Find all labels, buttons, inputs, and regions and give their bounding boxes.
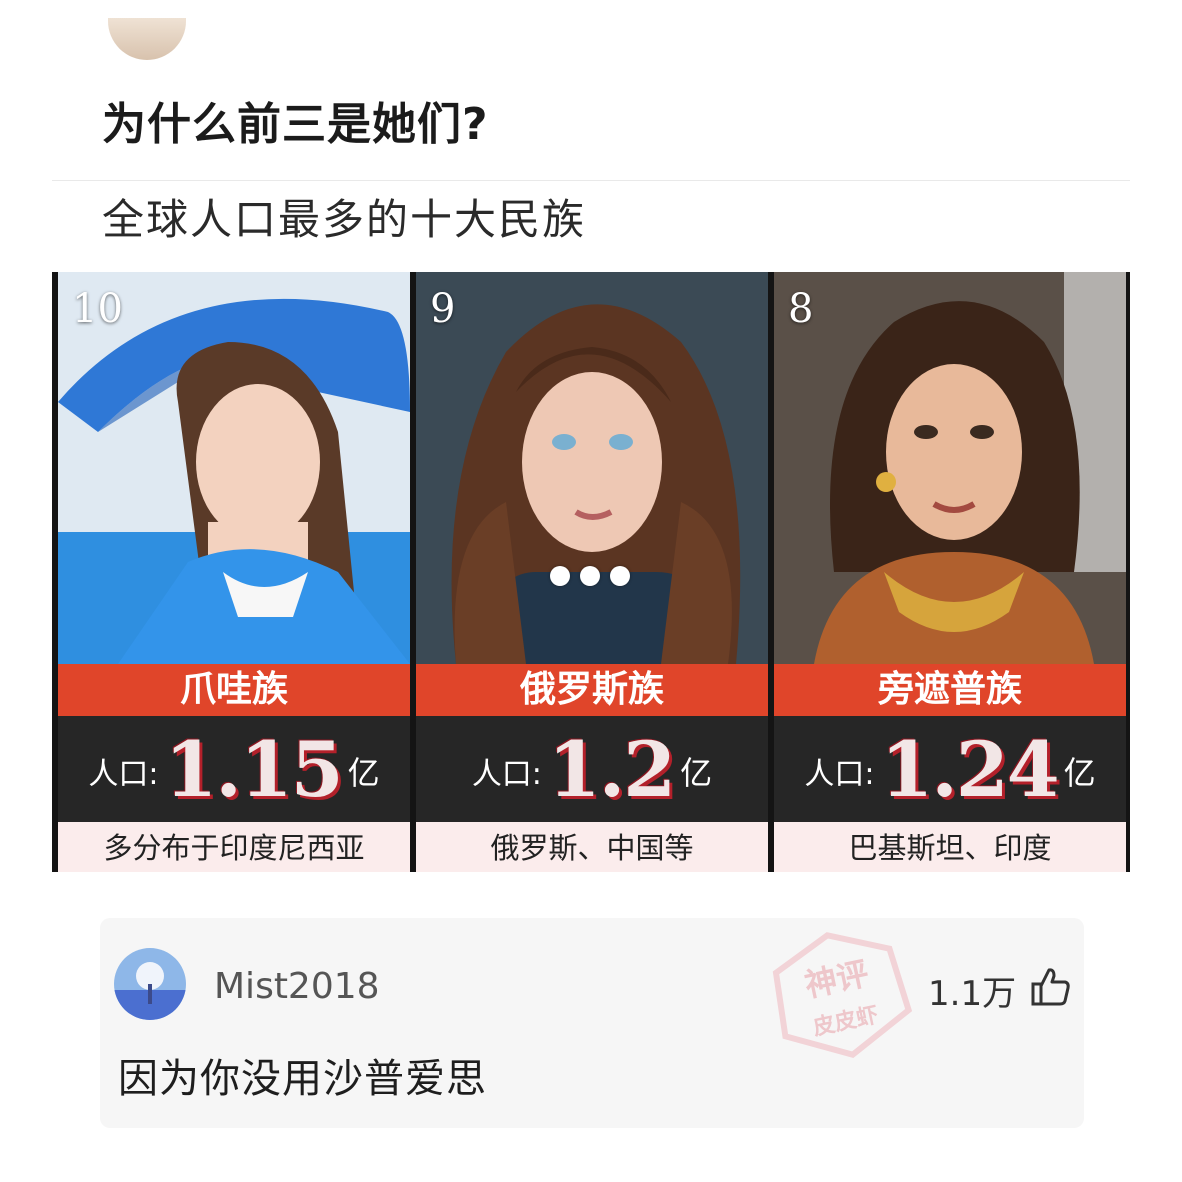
ranking-entry-8: 8 旁遮普族 人口: 1.24 亿 巴基斯坦、印度: [774, 272, 1126, 872]
commenter-username[interactable]: Mist2018: [214, 966, 380, 1007]
region-text: 多分布于印度尼西亚: [58, 822, 410, 872]
population-value: 1.15: [164, 724, 343, 814]
loading-dots: [550, 566, 630, 586]
loading-dot: [580, 566, 600, 586]
portrait-photo: 9: [416, 272, 768, 664]
population-unit: 亿: [347, 754, 380, 792]
rank-number: 8: [788, 286, 814, 332]
population-unit: 亿: [680, 754, 713, 792]
population-row: 人口: 1.2 亿: [416, 716, 768, 822]
comment-text: 因为你没用沙普爱思: [118, 1056, 487, 1102]
like-count: 1.1万: [928, 974, 1017, 1014]
population-value: 1.2: [547, 724, 676, 814]
post-title: 为什么前三是她们?: [102, 99, 489, 150]
ethnic-group-name: 旁遮普族: [774, 664, 1126, 716]
population-row: 人口: 1.24 亿: [774, 716, 1126, 822]
population-label: 人口:: [804, 757, 875, 792]
population-row: 人口: 1.15 亿: [58, 716, 410, 822]
region-text: 巴基斯坦、印度: [774, 822, 1126, 872]
ethnic-group-name: 俄罗斯族: [416, 664, 768, 716]
population-unit: 亿: [1063, 754, 1096, 792]
ranking-entry-10: 10 爪哇族 人口: 1.15 亿 多分布于印度尼西亚: [58, 272, 410, 872]
loading-dot: [550, 566, 570, 586]
rank-number: 9: [430, 286, 456, 332]
card-heading: 全球人口最多的十大民族: [102, 195, 587, 244]
population-label: 人口:: [471, 757, 542, 792]
region-text: 俄罗斯、中国等: [416, 822, 768, 872]
population-label: 人口:: [88, 757, 159, 792]
population-value: 1.24: [880, 724, 1059, 814]
loading-dot: [610, 566, 630, 586]
portrait-photo: 10: [58, 272, 410, 664]
portrait-photo: 8: [774, 272, 1126, 664]
thumbs-up-icon[interactable]: [1030, 966, 1072, 1008]
ethnic-group-name: 爪哇族: [58, 664, 410, 716]
commenter-avatar[interactable]: [114, 948, 186, 1020]
poster-avatar[interactable]: [108, 18, 186, 60]
rank-number: 10: [72, 286, 123, 332]
